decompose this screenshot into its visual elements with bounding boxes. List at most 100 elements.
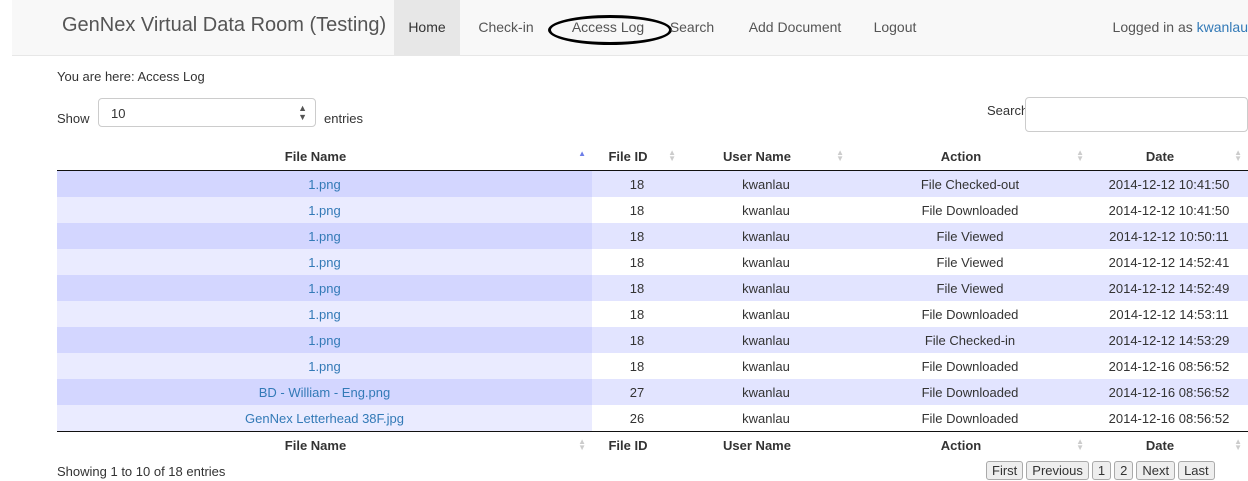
col-user-name-label: User Name [723,149,791,164]
foot-action: Action ▲ ▼ [850,431,1090,459]
sort-asc-icon: ▲ [578,149,586,158]
action-cell: File Viewed [850,249,1090,275]
date-cell: 2014-12-12 14:53:29 [1090,327,1248,353]
brand-title[interactable]: GenNex Virtual Data Room (Testing) [62,14,386,37]
date-cell: 2014-12-12 14:52:49 [1090,275,1248,301]
col-file-id[interactable]: File ID ▲ ▼ [592,143,682,171]
file-id-cell: 18 [592,249,682,275]
col-action[interactable]: Action ▲ ▼ [850,143,1090,171]
search-input[interactable] [1025,97,1248,132]
action-cell: File Downloaded [850,301,1090,327]
table-row: 1.png 18 kwanlau File Downloaded 2014-12-12 … [57,301,1248,327]
page-2-button[interactable]: 2 [1114,461,1134,480]
action-cell: File Checked-out [850,170,1090,197]
table-row: BD - William - Eng.png 27 kwanlau File Down… [57,379,1248,405]
sort-both-icon: ▲ ▼ [1076,148,1084,163]
user-name-cell: kwanlau [682,353,850,379]
date-cell: 2014-12-16 08:56:52 [1090,353,1248,379]
file-id-cell: 26 [592,405,682,432]
user-name-cell: kwanlau [682,275,850,301]
file-id-cell: 18 [592,301,682,327]
nav-add-document[interactable]: Add Document [745,0,845,55]
action-cell: File Viewed [850,275,1090,301]
table-row: 1.png 18 kwanlau File Checked-out 2014-12-12… [57,170,1248,197]
nav-logout[interactable]: Logout [870,0,920,55]
foot-date-label: Date [1145,438,1175,453]
nav-search[interactable]: Search [667,0,717,55]
page-next-button[interactable]: Next [1136,461,1176,480]
file-name-cell[interactable]: 1.png [57,170,592,197]
foot-file-name-label: File Name [284,438,347,453]
sort-both-icon: ▲ ▼ [1234,437,1242,452]
logged-in-status: Logged in as kwanlau [1113,0,1248,55]
breadcrumb: You are here: Access Log [57,69,205,84]
table-row: 1.png 18 kwanlau File Checked-in 2014-12-12 … [57,327,1248,353]
table-row: 1.png 18 kwanlau File Viewed 2014-12-12 10:5… [57,223,1248,249]
entries-label: entries [324,111,364,126]
col-date-label: Date [1145,149,1175,164]
col-file-name[interactable]: File Name ▲ [57,143,592,171]
date-cell: 2014-12-16 08:56:52 [1090,405,1248,432]
file-name-cell[interactable]: GenNex Letterhead 38F.jpg [57,405,592,432]
date-cell: 2014-12-12 10:50:11 [1090,223,1248,249]
col-action-label: Action [940,149,982,164]
page-last-button[interactable]: Last [1178,461,1215,480]
file-name-cell[interactable]: 1.png [57,275,592,301]
file-name-cell[interactable]: 1.png [57,301,592,327]
sort-both-icon: ▲ ▼ [1076,437,1084,452]
sort-both-icon: ▲ ▼ [836,148,844,163]
date-cell: 2014-12-16 08:56:52 [1090,379,1248,405]
date-cell: 2014-12-12 10:41:50 [1090,170,1248,197]
foot-action-label: Action [940,438,982,453]
table-row: 1.png 18 kwanlau File Downloaded 2014-12-12 … [57,197,1248,223]
foot-user-name: User Name [682,431,850,459]
file-name-cell[interactable]: BD - William - Eng.png [57,379,592,405]
sort-both-icon: ▲ ▼ [578,437,586,452]
file-name-cell[interactable]: 1.png [57,223,592,249]
logged-in-label: Logged in as [1112,19,1193,35]
file-id-cell: 18 [592,223,682,249]
user-name-cell: kwanlau [682,249,850,275]
entries-select[interactable]: 10 ▲ ▼ [98,98,316,127]
table-info: Showing 1 to 10 of 18 entries [57,464,226,479]
nav-check-in[interactable]: Check-in [473,0,539,55]
action-cell: File Downloaded [850,353,1090,379]
action-cell: File Downloaded [850,197,1090,223]
page-previous-button[interactable]: Previous [1026,461,1089,480]
action-cell: File Downloaded [850,405,1090,432]
table-row: 1.png 18 kwanlau File Viewed 2014-12-12 14:5… [57,275,1248,301]
action-cell: File Downloaded [850,379,1090,405]
entries-select-value: 10 [111,106,126,121]
table-row: GenNex Letterhead 38F.jpg 26 kwanlau File D… [57,405,1248,432]
col-file-id-label: File ID [608,149,648,164]
user-name-cell: kwanlau [682,170,850,197]
page-first-button[interactable]: First [986,461,1024,480]
file-id-cell: 18 [592,353,682,379]
file-name-cell[interactable]: 1.png [57,197,592,223]
username-link[interactable]: kwanlau [1197,19,1248,35]
user-name-cell: kwanlau [682,197,850,223]
user-name-cell: kwanlau [682,223,850,249]
date-cell: 2014-12-12 14:52:41 [1090,249,1248,275]
access-log-table: File Name ▲ File ID ▲ ▼ User Name ▲ ▼ Action ▲… [57,143,1248,459]
file-name-cell[interactable]: 1.png [57,327,592,353]
user-name-cell: kwanlau [682,379,850,405]
col-user-name[interactable]: User Name ▲ ▼ [682,143,850,171]
action-cell: File Viewed [850,223,1090,249]
file-id-cell: 18 [592,197,682,223]
col-date[interactable]: Date ▲ ▼ [1090,143,1248,171]
file-name-cell[interactable]: 1.png [57,249,592,275]
sort-both-icon: ▲ ▼ [668,148,676,163]
table-body: 1.png 18 kwanlau File Checked-out 2014-12-12… [57,170,1248,432]
file-id-cell: 18 [592,275,682,301]
select-arrows-icon: ▲ ▼ [298,103,307,122]
highlight-ellipse [548,15,672,45]
foot-file-id: File ID [592,431,682,459]
file-name-cell[interactable]: 1.png [57,353,592,379]
table-row: 1.png 18 kwanlau File Viewed 2014-12-12 14:5… [57,249,1248,275]
nav-home[interactable]: Home [394,0,460,55]
date-cell: 2014-12-12 10:41:50 [1090,197,1248,223]
user-name-cell: kwanlau [682,327,850,353]
page-1-button[interactable]: 1 [1091,461,1112,480]
user-name-cell: kwanlau [682,301,850,327]
